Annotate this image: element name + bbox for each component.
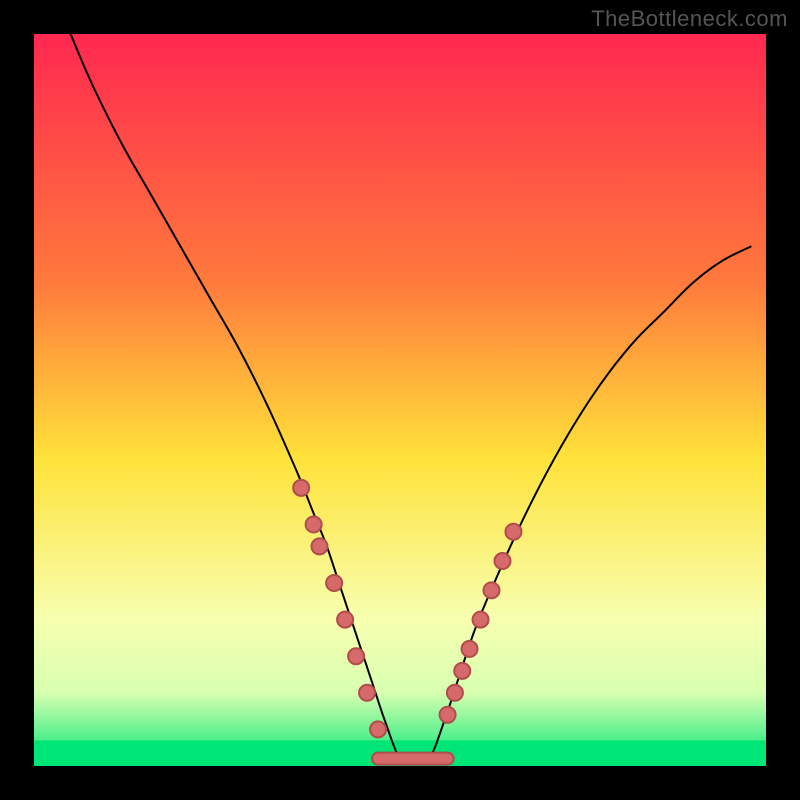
marker-right (473, 612, 489, 628)
marker-right (505, 524, 521, 540)
bottleneck-chart (0, 0, 800, 800)
marker-right (462, 641, 478, 657)
marker-right (454, 663, 470, 679)
marker-right (447, 685, 463, 701)
marker-left (306, 516, 322, 532)
plot-area (34, 34, 766, 766)
marker-right (484, 582, 500, 598)
marker-left (293, 480, 309, 496)
watermark-text: TheBottleneck.com (591, 6, 788, 32)
marker-left (311, 538, 327, 554)
marker-left (337, 612, 353, 628)
marker-left (348, 648, 364, 664)
marker-right (494, 553, 510, 569)
marker-left (370, 721, 386, 737)
marker-left (359, 685, 375, 701)
marker-right (440, 707, 456, 723)
marker-left (326, 575, 342, 591)
